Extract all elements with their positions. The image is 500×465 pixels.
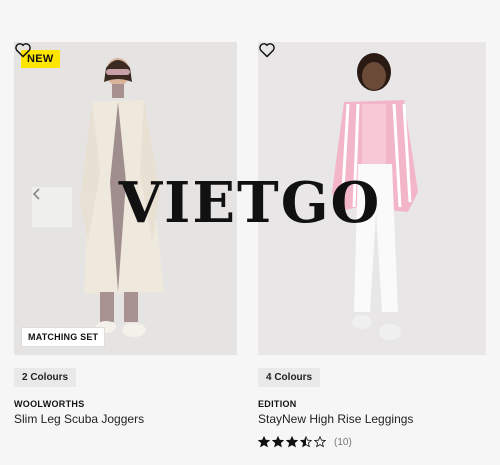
colours-chip[interactable]: 2 Colours [14,368,77,387]
product-card[interactable]: NEW MATCHING SET 2 Colours WOOLWORTHS Sl… [14,42,237,426]
product-title[interactable]: Slim Leg Scuba Joggers [14,412,237,426]
review-count: (10) [334,436,352,448]
product-image[interactable] [258,42,486,355]
star-full-icon [286,436,298,448]
rating[interactable]: (10) [258,436,486,448]
chevron-left-icon [32,188,40,200]
heart-icon[interactable] [14,42,32,58]
brand-name: WOOLWORTHS [14,399,85,409]
colours-chip[interactable]: 4 Colours [258,368,321,387]
model-illustration [258,42,486,355]
brand-name: EDITION [258,399,297,409]
star-full-icon [272,436,284,448]
matching-set-badge: MATCHING SET [21,327,106,347]
heart-icon[interactable] [258,42,276,58]
star-half-icon [300,436,312,448]
star-full-icon [258,436,270,448]
rating-stars [258,436,326,448]
product-card[interactable]: 4 Colours EDITION StayNew High Rise Legg… [258,42,486,448]
product-title[interactable]: StayNew High Rise Leggings [258,412,486,426]
star-empty-icon [314,436,326,448]
carousel-prev-button[interactable] [32,187,72,227]
product-image[interactable]: NEW MATCHING SET [14,42,237,355]
